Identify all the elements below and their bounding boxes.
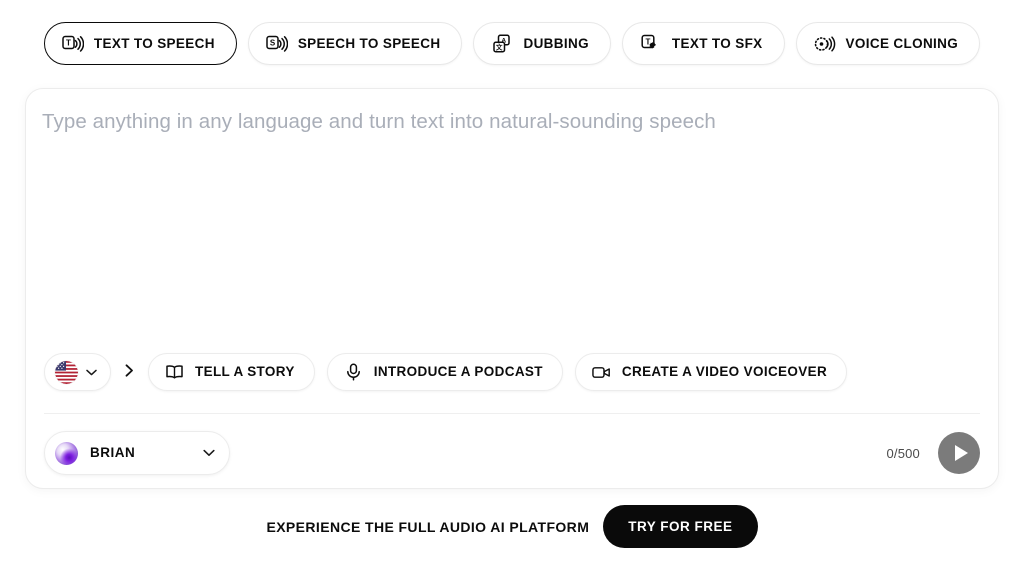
- character-counter: 0/500: [886, 445, 920, 461]
- tab-speech-to-speech[interactable]: S SPEECH TO SPEECH: [247, 22, 463, 65]
- tab-label: DUBBING: [523, 35, 589, 51]
- chevron-right-separator-icon: [123, 364, 136, 380]
- svg-text:文: 文: [496, 42, 503, 51]
- text-input-area[interactable]: Type anything in any language and turn t…: [26, 89, 998, 329]
- dubbing-translate-icon: A 文: [491, 33, 513, 54]
- tab-label: VOICE CLONING: [845, 35, 959, 51]
- preset-row: TELL A STORY INTRODUCE A PODCAST CREATE …: [44, 353, 848, 391]
- composer-divider: [44, 413, 980, 414]
- composer-bottom-bar: BRIAN 0/500: [44, 427, 980, 479]
- voice-cloning-icon: [814, 34, 836, 54]
- tab-text-to-speech[interactable]: T TEXT TO SPEECH: [43, 22, 237, 65]
- preset-label: INTRODUCE A PODCAST: [373, 364, 543, 380]
- preset-label: TELL A STORY: [195, 364, 295, 380]
- tab-voice-cloning[interactable]: VOICE CLONING: [795, 22, 981, 65]
- us-flag-icon: [55, 360, 78, 384]
- preset-label: CREATE A VIDEO VOICEOVER: [621, 364, 828, 380]
- tts-composer-card: Type anything in any language and turn t…: [25, 88, 999, 489]
- voice-selector[interactable]: BRIAN: [44, 431, 230, 475]
- svg-text:S: S: [270, 38, 276, 47]
- play-button[interactable]: [938, 432, 980, 474]
- play-icon: [954, 445, 968, 461]
- try-for-free-button[interactable]: TRY FOR FREE: [603, 505, 758, 548]
- tab-label: SPEECH TO SPEECH: [297, 35, 441, 51]
- tab-label: TEXT TO SPEECH: [93, 35, 215, 51]
- tab-dubbing[interactable]: A 文 DUBBING: [473, 22, 611, 65]
- chevron-down-icon: [203, 449, 215, 457]
- preset-introduce-a-podcast[interactable]: INTRODUCE A PODCAST: [326, 353, 563, 391]
- chevron-down-icon: [86, 369, 97, 376]
- video-camera-icon: [592, 363, 611, 382]
- language-selector[interactable]: [44, 353, 111, 391]
- footer-tagline: EXPERIENCE THE FULL AUDIO AI PLATFORM: [266, 518, 590, 535]
- preset-create-a-video-voiceover[interactable]: CREATE A VIDEO VOICEOVER: [574, 353, 848, 391]
- composer-actions: 0/500: [886, 432, 980, 474]
- text-input-placeholder: Type anything in any language and turn t…: [42, 110, 716, 133]
- voice-name-label: BRIAN: [90, 445, 136, 461]
- footer-cta-row: EXPERIENCE THE FULL AUDIO AI PLATFORM TR…: [0, 505, 1024, 548]
- text-to-speech-icon: T: [62, 34, 84, 54]
- voice-avatar: [55, 441, 78, 465]
- mode-tab-bar: T TEXT TO SPEECH S SPEECH TO SPEECH A 文 …: [0, 22, 1024, 65]
- book-icon: [165, 363, 184, 382]
- speech-to-speech-icon: S: [266, 34, 288, 54]
- tab-text-to-sfx[interactable]: T TEXT TO SFX: [621, 22, 785, 65]
- svg-text:T: T: [645, 37, 650, 46]
- preset-tell-a-story[interactable]: TELL A STORY: [148, 353, 315, 391]
- tab-label: TEXT TO SFX: [671, 35, 763, 51]
- text-to-sfx-icon: T: [640, 34, 662, 54]
- svg-text:T: T: [66, 38, 71, 47]
- microphone-icon: [344, 363, 363, 382]
- page-root: T TEXT TO SPEECH S SPEECH TO SPEECH A 文 …: [0, 0, 1024, 576]
